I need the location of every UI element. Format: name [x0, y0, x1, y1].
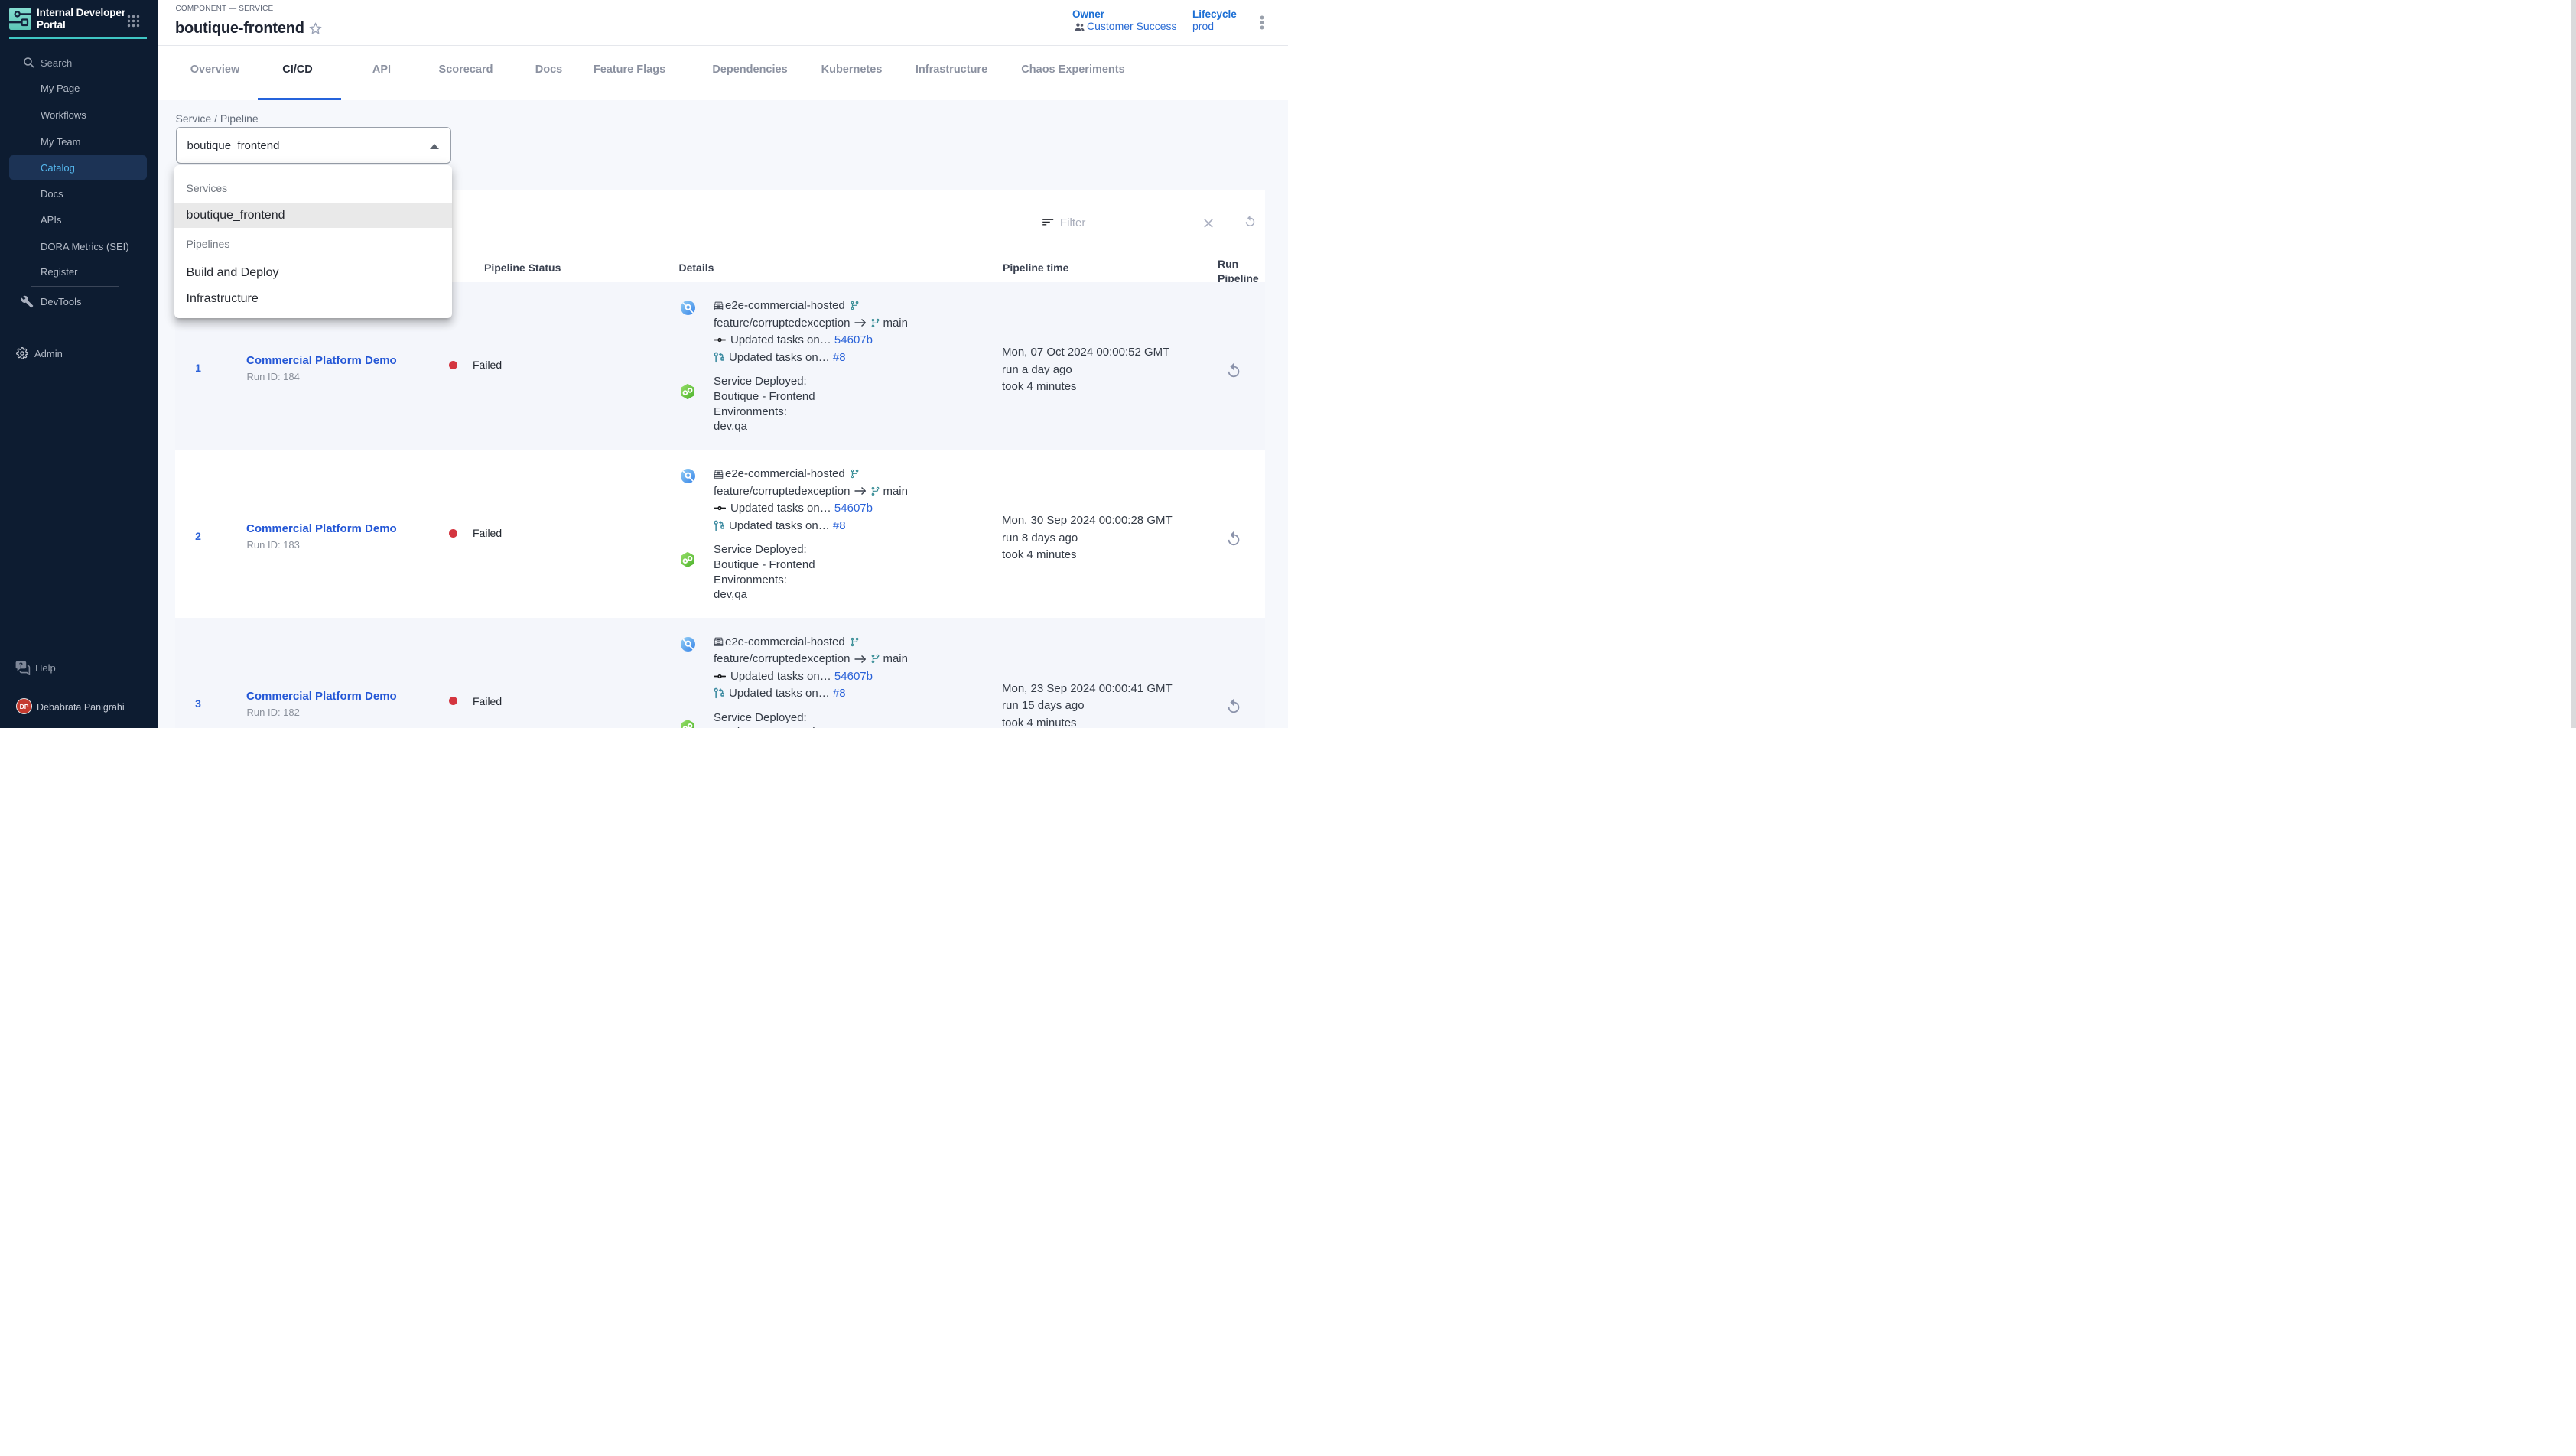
svg-text:?: ? [19, 661, 23, 669]
